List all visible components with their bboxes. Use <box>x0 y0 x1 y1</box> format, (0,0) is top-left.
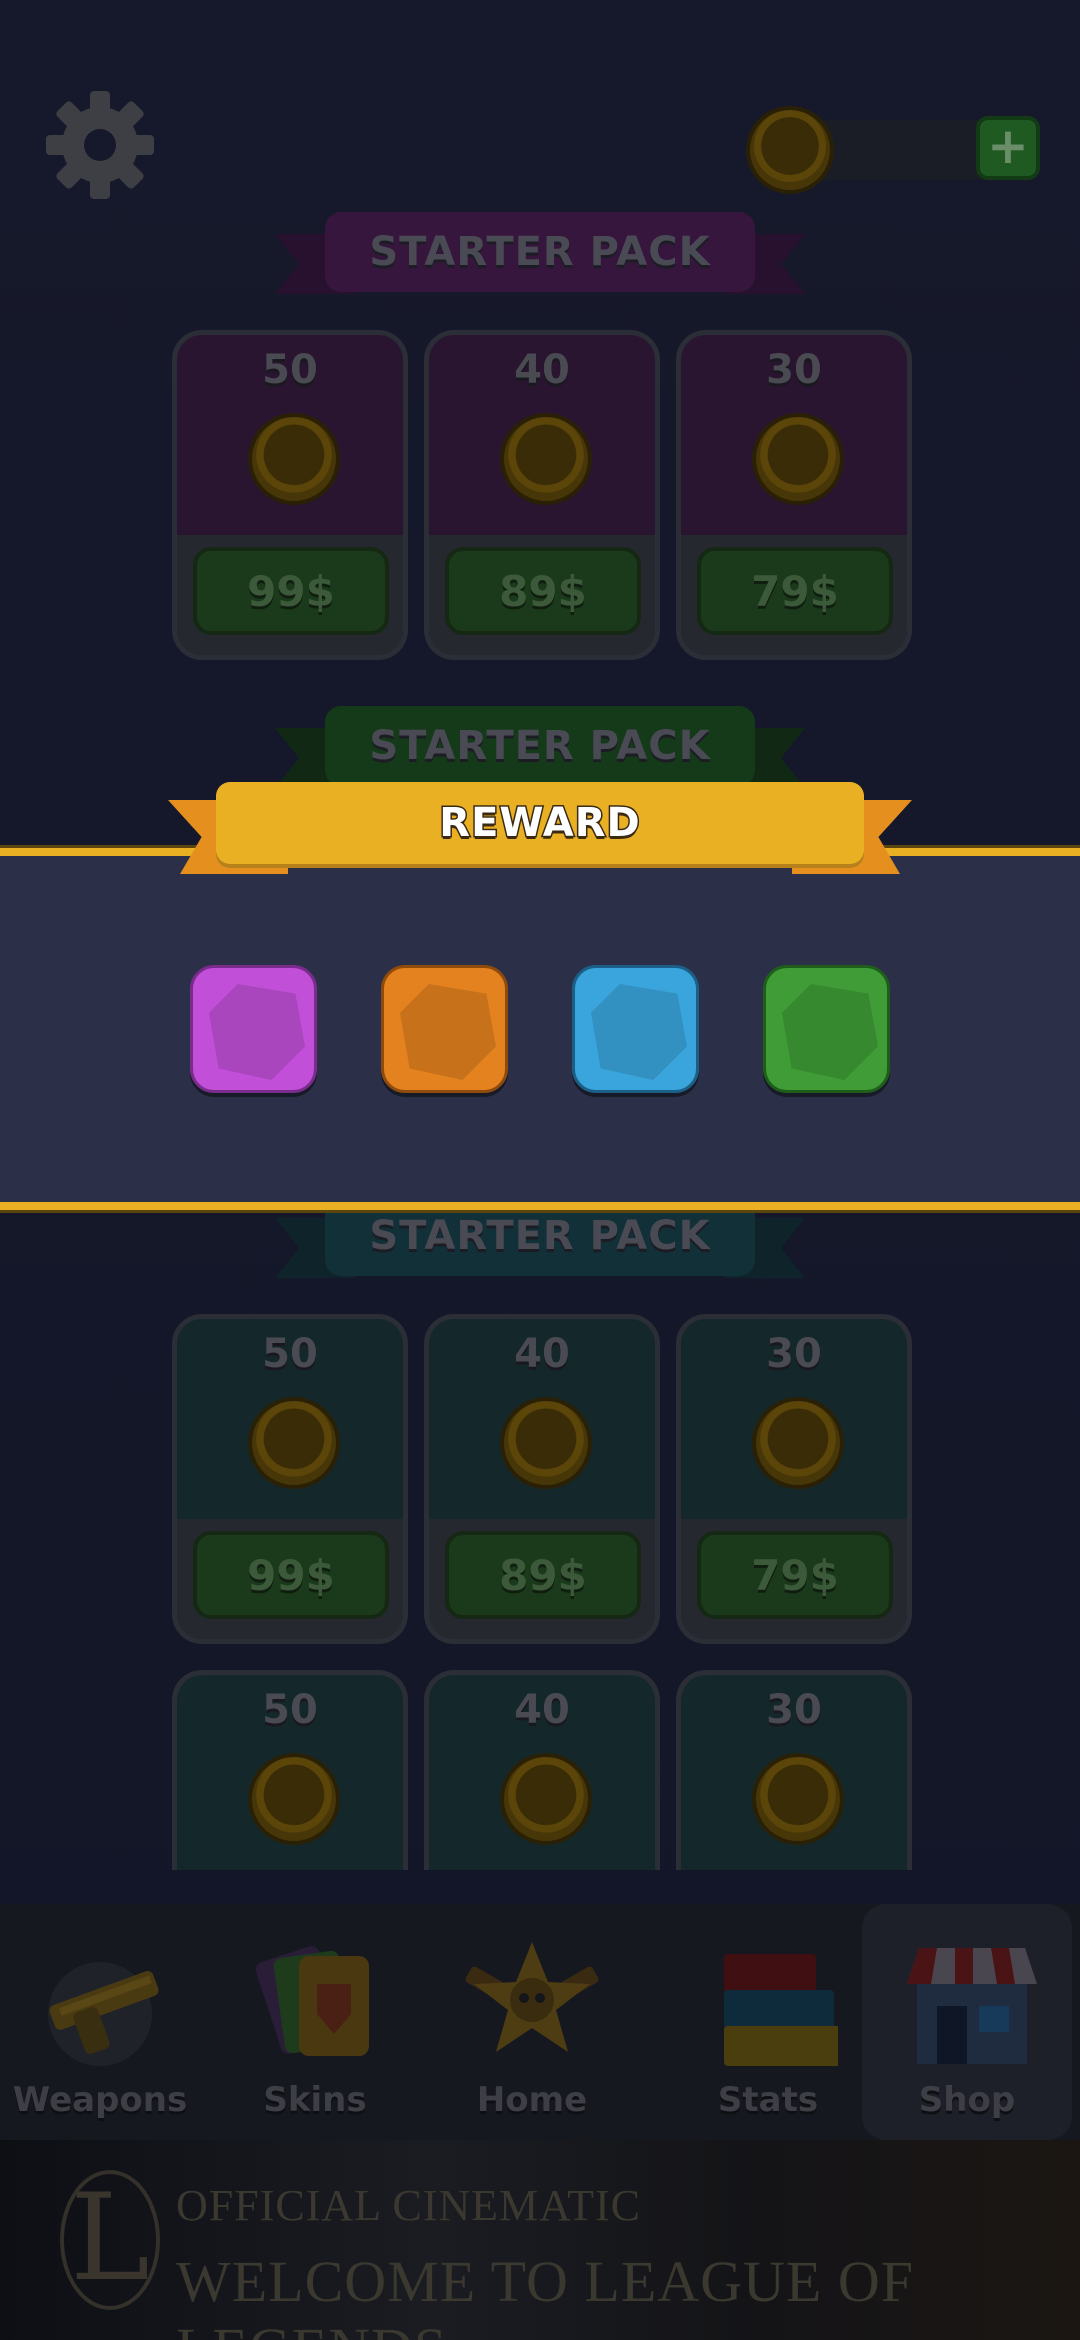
coin-icon <box>252 1401 336 1485</box>
coin-icon <box>756 417 840 501</box>
pack-card[interactable]: 40 89$ <box>424 1314 660 1644</box>
buy-button[interactable]: 99$ <box>193 1531 389 1619</box>
coin-icon <box>252 417 336 501</box>
coin-icon <box>252 1757 336 1841</box>
settings-button[interactable] <box>40 85 160 205</box>
shop-screen: + STARTER PACK 50 99$ 40 89$ 30 79$ STAR… <box>0 0 1080 2340</box>
gear-icon <box>46 91 154 199</box>
nav-home[interactable]: Home <box>432 1904 632 2140</box>
ad-line-2: WELCOME TO LEAGUE OF LEGENDS <box>176 2249 914 2340</box>
buy-button[interactable]: 89$ <box>445 547 641 635</box>
add-coins-button[interactable]: + <box>976 116 1040 180</box>
league-logo: L <box>60 2170 160 2310</box>
nav-shop[interactable]: Shop <box>862 1904 1072 2140</box>
orange-gem[interactable] <box>381 965 508 1093</box>
pack-quantity: 40 <box>514 1687 570 1733</box>
nav-skins[interactable]: Skins <box>215 1904 415 2140</box>
nav-label: Weapons <box>12 2080 188 2120</box>
cards-icon <box>245 1934 385 2074</box>
pack-grid: 50 99$ 40 89$ 30 79$ <box>172 1314 912 1644</box>
nav-label: Skins <box>263 2080 367 2120</box>
ad-line-1: OFFICIAL CINEMATIC <box>176 2181 641 2230</box>
pack-grid: 50 99$ 40 89$ 30 79$ <box>172 330 912 660</box>
pack-quantity: 40 <box>514 347 570 393</box>
coin-icon <box>756 1757 840 1841</box>
purple-gem[interactable] <box>190 965 317 1093</box>
reward-items <box>190 965 890 1093</box>
section-title: STARTER PACK <box>369 723 711 769</box>
store-icon <box>897 1934 1037 2074</box>
buy-button[interactable]: 79$ <box>697 547 893 635</box>
nav-weapons[interactable]: Weapons <box>0 1904 200 2140</box>
ribbon-band: STARTER PACK <box>325 706 755 786</box>
pack-quantity: 30 <box>766 1331 822 1377</box>
coin-icon <box>504 1757 588 1841</box>
pack-quantity: 50 <box>262 1687 318 1733</box>
pack-card[interactable]: 50 99$ <box>172 330 408 660</box>
reward-title: REWARD <box>438 799 641 848</box>
nav-label: Stats <box>717 2080 819 2120</box>
pack-card[interactable]: 40 89$ <box>424 330 660 660</box>
section-ribbon: STARTER PACK <box>275 212 805 302</box>
nav-stats[interactable]: Stats <box>668 1904 878 2140</box>
pack-card[interactable]: 30 <box>676 1670 912 1870</box>
skull-star-icon <box>462 1934 602 2074</box>
section-title: STARTER PACK <box>369 1213 711 1259</box>
blue-gem[interactable] <box>572 965 699 1093</box>
nav-label: Home <box>476 2080 588 2120</box>
buy-button[interactable]: 79$ <box>697 1531 893 1619</box>
pack-card[interactable]: 50 99$ <box>172 1314 408 1644</box>
coin-icon <box>504 1401 588 1485</box>
coin-icon <box>756 1401 840 1485</box>
bars-icon <box>698 1934 878 2074</box>
pack-quantity: 30 <box>766 347 822 393</box>
pack-quantity: 30 <box>766 1687 822 1733</box>
ribbon-band: STARTER PACK <box>325 212 755 292</box>
coin-icon <box>750 110 830 190</box>
buy-button[interactable]: 99$ <box>193 547 389 635</box>
pack-quantity: 40 <box>514 1331 570 1377</box>
bottom-nav: Weapons Skins Home Stats Shop <box>0 1904 1080 2140</box>
buy-button[interactable]: 89$ <box>445 1531 641 1619</box>
green-gem[interactable] <box>763 965 890 1093</box>
coin-icon <box>504 417 588 501</box>
ad-banner[interactable]: L OFFICIAL CINEMATIC WELCOME TO LEAGUE O… <box>0 2140 1080 2340</box>
gun-icon <box>30 1934 170 2074</box>
coin-balance: + <box>750 110 1040 190</box>
pack-quantity: 50 <box>262 1331 318 1377</box>
pack-card[interactable]: 50 <box>172 1670 408 1870</box>
nav-label: Shop <box>918 2080 1016 2120</box>
ribbon-band: REWARD <box>216 782 864 864</box>
pack-card[interactable]: 30 79$ <box>676 330 912 660</box>
pack-card[interactable]: 40 <box>424 1670 660 1870</box>
pack-quantity: 50 <box>262 347 318 393</box>
pack-grid: 50 40 30 <box>172 1670 912 1870</box>
section-title: STARTER PACK <box>369 229 711 275</box>
pack-card[interactable]: 30 79$ <box>676 1314 912 1644</box>
reward-ribbon: REWARD <box>168 782 912 882</box>
